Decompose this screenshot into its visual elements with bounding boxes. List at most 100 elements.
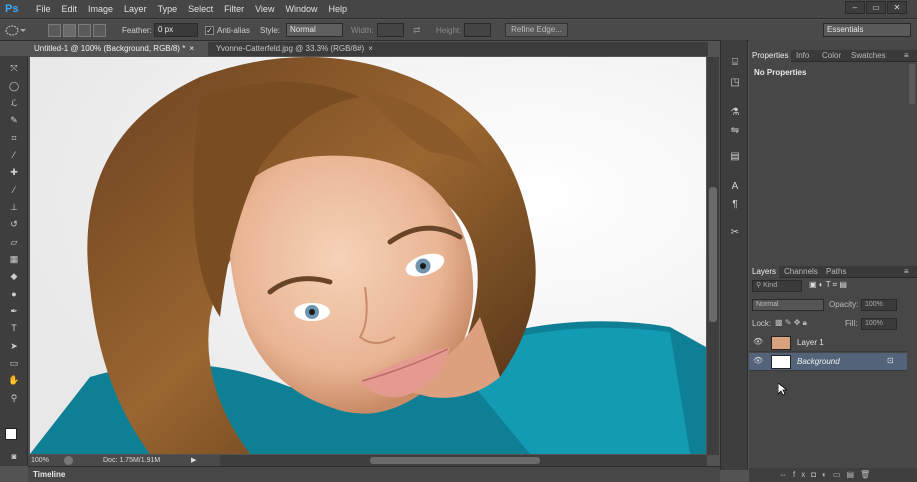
workspace-select[interactable]: Essentials [823,23,911,37]
timeline-label[interactable]: Timeline [33,470,65,479]
subtract-selection-icon[interactable] [78,24,91,37]
menu-image[interactable]: Image [88,4,113,14]
opacity-label: Opacity: [829,300,859,309]
intersect-selection-icon[interactable] [93,24,106,37]
close-tab-icon[interactable]: × [189,44,194,53]
menu-layer[interactable]: Layer [124,4,147,14]
marquee-tool-icon[interactable]: ◯ [7,80,21,93]
tab-paths[interactable]: Paths [823,266,849,278]
hand-tool-icon[interactable]: ✋ [7,374,21,387]
tab-properties[interactable]: Properties [749,50,792,62]
layer-row[interactable]: 👁︎ Background ⊡ [749,353,907,371]
timeline-panel[interactable]: Timeline [28,466,720,482]
height-input[interactable] [464,23,491,37]
restore-button[interactable]: ▭ [866,1,886,14]
tab-color[interactable]: Color [819,50,844,62]
vertical-scroll-thumb[interactable] [709,187,717,322]
crop-tool-icon[interactable]: ⌗ [7,132,21,145]
pen-tool-icon[interactable]: ✒ [7,305,21,318]
layer-filter-icons[interactable]: ▣ ◐ T ⌗ ▤ [809,280,905,292]
opacity-input[interactable]: 100% [861,299,897,311]
quick-select-tool-icon[interactable]: ✎ [7,114,21,127]
swap-icon[interactable]: ⇄ [413,25,421,36]
stamp-tool-icon[interactable]: ⊥ [7,201,21,214]
zoom-tool-icon[interactable]: ⚲ [7,392,21,405]
close-button[interactable]: ✕ [887,1,907,14]
menu-filter[interactable]: Filter [224,4,244,14]
zoom-level[interactable]: 100% [31,455,49,466]
panel-menu-icon[interactable]: ≡ [901,266,912,278]
right-panels: Properties Info Color Swatches ≡ No Prop… [749,40,917,482]
gradient-tool-icon[interactable]: ▦ [7,253,21,266]
visibility-eye-icon[interactable]: 👁︎ [753,337,763,346]
tab-yvonne[interactable]: Yvonne-Catterfeld.jpg @ 33.3% (RGB/8#) × [210,42,410,56]
lasso-tool-icon[interactable]: ℒ [7,97,21,110]
document-canvas[interactable] [30,57,706,454]
layers-footer-icons[interactable]: ⇔fx◘◐▭▤🗑︎ [749,468,917,482]
document-tabs: Untitled-1 @ 100% (Background, RGB/8) * ×… [28,42,708,56]
actions-icon[interactable]: ◳ [728,76,742,89]
brush-tool-icon[interactable]: ⁄ [7,184,21,197]
move-tool-icon[interactable]: ⤧ [7,62,21,75]
options-bar: Feather: 0 px ✓ Anti-alias Style: Normal… [0,20,917,41]
tool-preset-picker[interactable] [4,24,26,37]
blur-tool-icon[interactable]: ◆ [7,270,21,283]
close-tab-icon[interactable]: × [368,44,373,53]
minimize-button[interactable]: – [845,1,865,14]
character-icon[interactable]: A [728,180,742,193]
adjust-icon[interactable]: ⇋ [728,124,742,137]
antialias-checkbox[interactable]: ✓ [205,26,214,35]
quick-mask-icon[interactable]: ◙ [7,450,21,463]
eraser-tool-icon[interactable]: ▱ [7,236,21,249]
tab-swatches[interactable]: Swatches [848,50,889,62]
tool-presets-icon[interactable]: ✂ [728,226,742,239]
layer-name[interactable]: Background [797,357,840,366]
vertical-scrollbar[interactable] [707,57,719,455]
horizontal-scroll-thumb[interactable] [370,457,540,464]
history-brush-tool-icon[interactable]: ↺ [7,218,21,231]
paragraph-icon[interactable]: ¶ [728,198,742,211]
layer-row[interactable]: 👁︎ Layer 1 [749,334,907,352]
refine-edge-button[interactable]: Refine Edge... [505,23,568,37]
antialias-label: Anti-alias [217,26,250,35]
panel-menu-icon[interactable]: ≡ [901,50,912,62]
tab-channels[interactable]: Channels [781,266,821,278]
horizontal-scrollbar[interactable] [220,455,707,466]
feather-input[interactable]: 0 px [154,23,198,37]
foreground-color-swatch[interactable] [5,428,17,440]
visibility-eye-icon[interactable]: 👁︎ [753,356,763,365]
layer-name[interactable]: Layer 1 [797,338,824,347]
brush-presets-icon[interactable]: ⚗ [728,106,742,119]
add-to-selection-icon[interactable] [63,24,76,37]
type-tool-icon[interactable]: T [7,322,21,335]
menu-window[interactable]: Window [285,4,317,14]
tab-info[interactable]: Info [793,50,812,62]
blend-mode-select[interactable]: Normal [752,299,824,311]
healing-tool-icon[interactable]: ✚ [7,166,21,179]
menu-file[interactable]: File [36,4,51,14]
menu-edit[interactable]: Edit [62,4,78,14]
layers-tab-bar: Layers Channels Paths ≡ [749,266,917,278]
menu-type[interactable]: Type [158,4,178,14]
fill-input[interactable]: 100% [861,318,897,330]
eyedropper-tool-icon[interactable]: ⁄ [7,149,21,162]
status-menu-icon[interactable] [64,456,73,465]
lock-icons[interactable]: ▩ ✎ ✥ 🔒︎ [775,318,807,328]
shape-tool-icon[interactable]: ▭ [7,357,21,370]
properties-scrollbar[interactable] [909,64,915,104]
new-selection-icon[interactable] [48,24,61,37]
dodge-tool-icon[interactable]: ● [7,288,21,301]
status-arrow-icon[interactable]: ▶ [191,455,196,466]
filter-kind-select[interactable]: ⚲ Kind [752,280,802,292]
tab-layers[interactable]: Layers [749,266,780,278]
menu-view[interactable]: View [255,4,274,14]
tab-untitled[interactable]: Untitled-1 @ 100% (Background, RGB/8) * × [28,42,208,56]
width-input[interactable] [377,23,404,37]
layer-comps-icon[interactable]: ▤ [728,150,742,163]
history-icon[interactable]: ⌸ [728,56,742,69]
menu-help[interactable]: Help [328,4,347,14]
path-select-tool-icon[interactable]: ➤ [7,340,21,353]
style-select[interactable]: Normal [286,23,343,37]
lock-icon: ⊡ [887,356,894,365]
menu-select[interactable]: Select [188,4,213,14]
